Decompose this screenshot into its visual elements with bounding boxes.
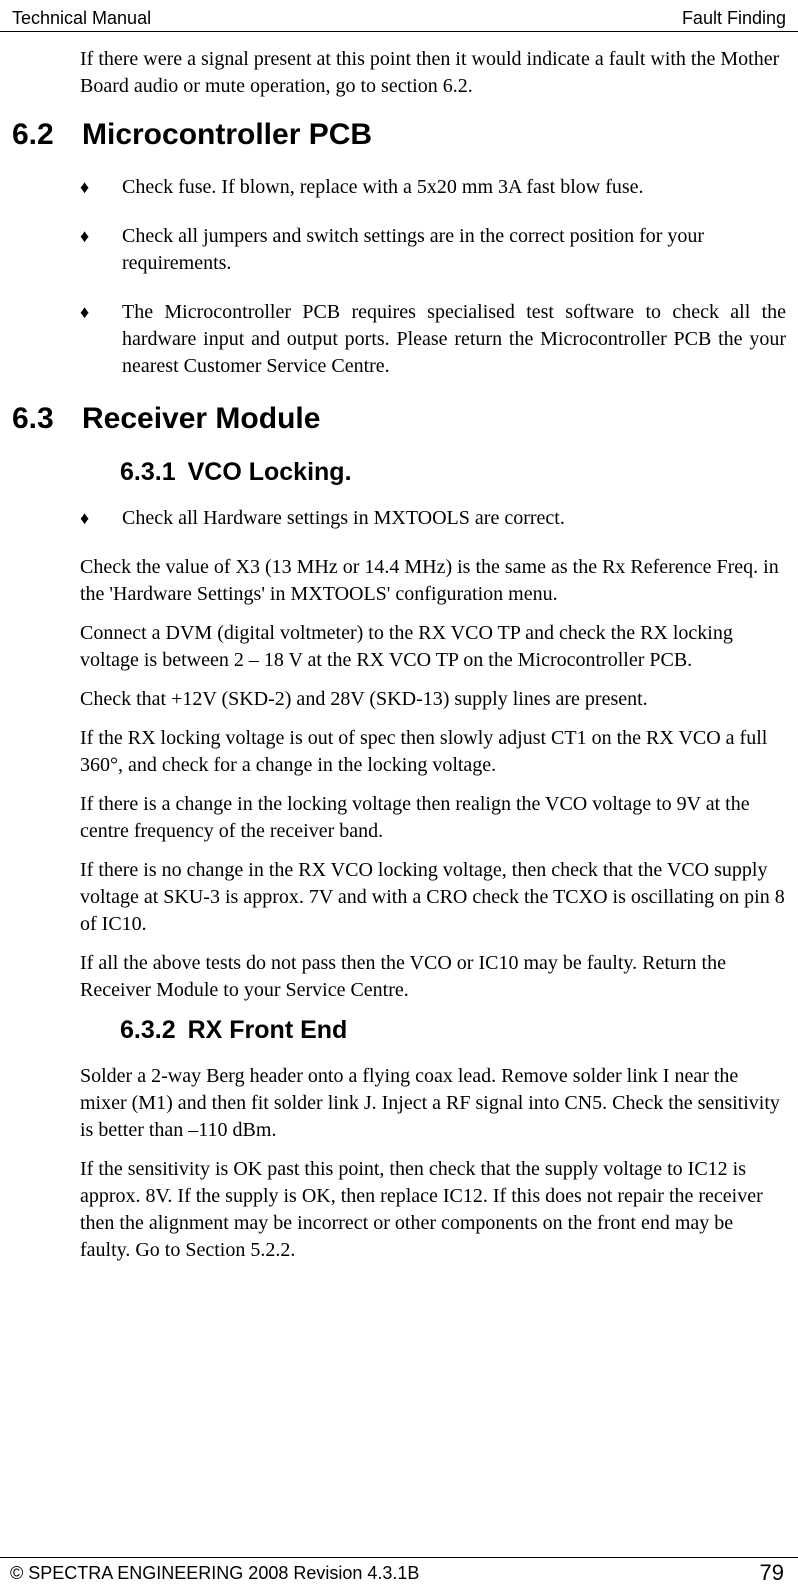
heading-6-3-2: 6.3.2 RX Front End: [120, 1016, 786, 1045]
body-paragraph: Check that +12V (SKD-2) and 28V (SKD-13)…: [80, 686, 786, 713]
bullet-list-6-3-1: ♦ Check all Hardware settings in MXTOOLS…: [80, 505, 786, 532]
intro-paragraph: If there were a signal present at this p…: [80, 46, 786, 100]
list-item: ♦ Check all jumpers and switch settings …: [80, 223, 786, 277]
body-paragraph: Connect a DVM (digital voltmeter) to the…: [80, 620, 786, 674]
bullet-list-6-2: ♦ Check fuse. If blown, replace with a 5…: [80, 174, 786, 380]
body-paragraph: Solder a 2-way Berg header onto a flying…: [80, 1063, 786, 1144]
page: Technical Manual Fault Finding If there …: [0, 0, 798, 1596]
heading-number: 6.2: [12, 118, 62, 152]
body-paragraph: If there is no change in the RX VCO lock…: [80, 857, 786, 938]
list-item: ♦ Check fuse. If blown, replace with a 5…: [80, 174, 786, 201]
body-paragraph: If all the above tests do not pass then …: [80, 950, 786, 1004]
header-left: Technical Manual: [12, 8, 151, 29]
page-header: Technical Manual Fault Finding: [0, 0, 798, 32]
diamond-bullet-icon: ♦: [80, 505, 122, 530]
diamond-bullet-icon: ♦: [80, 299, 122, 324]
body-paragraph: If there is a change in the locking volt…: [80, 791, 786, 845]
body-paragraph: If the sensitivity is OK past this point…: [80, 1156, 786, 1264]
page-number: 79: [760, 1560, 784, 1586]
heading-title: Receiver Module: [82, 402, 320, 436]
bullet-text: The Microcontroller PCB requires special…: [122, 299, 786, 380]
heading-6-3-1: 6.3.1 VCO Locking.: [120, 458, 786, 487]
bullet-text: Check fuse. If blown, replace with a 5x2…: [122, 174, 786, 201]
bullet-text: Check all jumpers and switch settings ar…: [122, 223, 786, 277]
subheading-number: 6.3.1: [120, 458, 176, 487]
page-footer: © SPECTRA ENGINEERING 2008 Revision 4.3.…: [0, 1557, 798, 1586]
subheading-title: VCO Locking.: [188, 458, 352, 487]
diamond-bullet-icon: ♦: [80, 174, 122, 199]
page-content: If there were a signal present at this p…: [0, 32, 798, 1264]
diamond-bullet-icon: ♦: [80, 223, 122, 248]
heading-title: Microcontroller PCB: [82, 118, 372, 152]
body-paragraph: If the RX locking voltage is out of spec…: [80, 725, 786, 779]
footer-left: © SPECTRA ENGINEERING 2008 Revision 4.3.…: [10, 1563, 419, 1584]
list-item: ♦ Check all Hardware settings in MXTOOLS…: [80, 505, 786, 532]
header-right: Fault Finding: [682, 8, 786, 29]
subheading-number: 6.3.2: [120, 1016, 176, 1045]
bullet-text: Check all Hardware settings in MXTOOLS a…: [122, 505, 786, 532]
subheading-title: RX Front End: [188, 1016, 348, 1045]
list-item: ♦ The Microcontroller PCB requires speci…: [80, 299, 786, 380]
body-paragraph: Check the value of X3 (13 MHz or 14.4 MH…: [80, 554, 786, 608]
heading-number: 6.3: [12, 402, 62, 436]
heading-6-3: 6.3 Receiver Module: [12, 402, 786, 436]
heading-6-2: 6.2 Microcontroller PCB: [12, 118, 786, 152]
